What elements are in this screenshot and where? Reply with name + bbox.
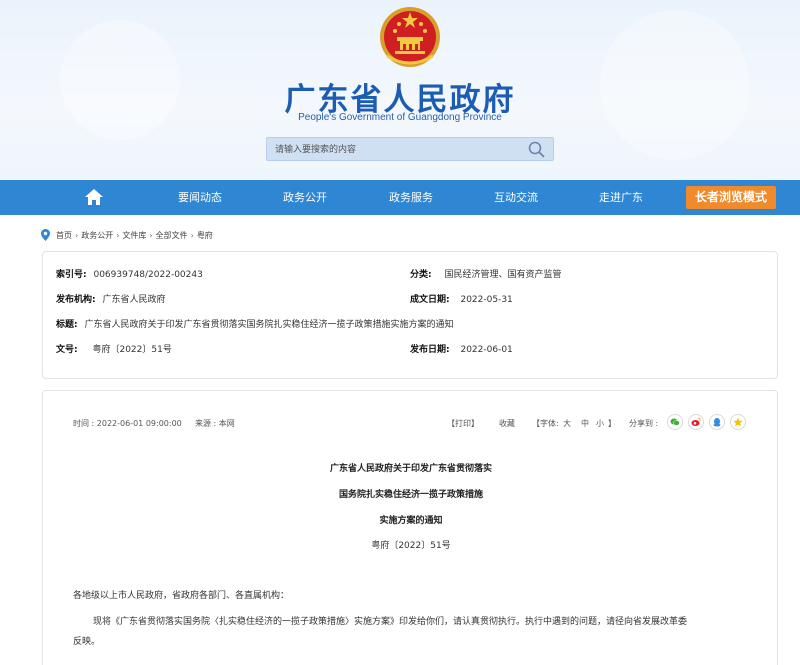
publish-date-value: 2022-06-01 — [460, 345, 513, 355]
breadcrumb: 首页 › 政务公开 › 文件库 › 全部文件 › 粤府 — [41, 228, 213, 242]
print-link[interactable]: 【打印】 — [447, 418, 479, 429]
weibo-icon[interactable] — [688, 414, 704, 430]
category-label: 分类: — [410, 270, 432, 280]
search-box — [266, 137, 554, 161]
font-large-button[interactable]: 大 — [563, 418, 571, 429]
document-number: 粤府〔2022〕51号 — [371, 541, 451, 551]
document-info-panel: 索引号: 006939748/2022-00243 分类: 国民经济管理、国有资… — [42, 251, 778, 379]
publish-date-row: 发布日期: 2022-06-01 — [410, 342, 513, 355]
nav-item-gov-services[interactable]: 政务服务 — [366, 180, 456, 215]
date-made-value: 2022-05-31 — [460, 295, 513, 305]
date-made-label: 成文日期: — [410, 295, 450, 305]
body-paragraph: 现将《广东省贯彻落实国务院〈扎实稳住经济的一揽子政策措施〉实施方案》印发给你们，… — [93, 617, 688, 627]
issuer-label: 发布机构: — [56, 295, 96, 305]
favorite-link[interactable]: 收藏 — [499, 418, 515, 429]
qq-icon[interactable] — [709, 414, 725, 430]
nav-item-news[interactable]: 要闻动态 — [155, 180, 245, 215]
document-title-line-3: 实施方案的通知 — [379, 516, 443, 526]
index-number-row: 索引号: 006939748/2022-00243 — [56, 267, 203, 280]
doc-number-label: 文号: — [56, 345, 78, 355]
site-subtitle: People's Government of Guangdong Provinc… — [298, 112, 502, 123]
breadcrumb-separator: › — [75, 230, 79, 240]
index-number-label: 索引号: — [56, 270, 87, 280]
category-row: 分类: 国民经济管理、国有资产监管 — [410, 267, 562, 280]
breadcrumb-all-files[interactable]: 全部文件 — [156, 230, 188, 241]
share-label: 分享到 : — [629, 419, 659, 428]
breadcrumb-separator: › — [190, 230, 194, 240]
breadcrumb-separator: › — [149, 230, 153, 240]
document-title-line-2: 国务院扎实稳住经济一揽子政策措施 — [338, 490, 483, 500]
article-source: 来源 : 本网 — [195, 419, 235, 428]
doc-title-label: 标题: — [56, 320, 78, 330]
font-size-label: 【字体: — [532, 419, 559, 428]
category-value: 国民经济管理、国有资产监管 — [444, 270, 562, 280]
font-size-close: 】 — [608, 419, 616, 428]
nav-item-interaction[interactable]: 互动交流 — [471, 180, 561, 215]
issuer-row: 发布机构: 广东省人民政府 — [56, 292, 166, 305]
doc-title-value: 广东省人民政府关于印发广东省贯彻落实国务院扎实稳住经济一揽子政策措施实施方案的通… — [84, 320, 454, 330]
breadcrumb-home[interactable]: 首页 — [56, 230, 72, 241]
doc-number-row: 文号: 粤府〔2022〕51号 — [56, 342, 172, 355]
wechat-icon[interactable] — [667, 414, 683, 430]
search-input[interactable] — [275, 141, 515, 158]
issuer-value: 广东省人民政府 — [102, 295, 166, 305]
national-emblem-icon — [380, 7, 440, 67]
date-made-row: 成文日期: 2022-05-31 — [410, 292, 513, 305]
font-small-button[interactable]: 小 — [596, 418, 604, 429]
nav-item-gov-affairs[interactable]: 政务公开 — [260, 180, 350, 215]
publish-date-label: 发布日期: — [410, 345, 450, 355]
breadcrumb-gov-affairs[interactable]: 政务公开 — [81, 230, 113, 241]
elder-mode-button[interactable]: 长者浏览模式 — [686, 186, 776, 209]
salutation: 各地级以上市人民政府，省政府各部门、各直属机构： — [73, 591, 290, 601]
breadcrumb-current[interactable]: 粤府 — [197, 230, 213, 241]
location-pin-icon — [41, 229, 50, 241]
body-paragraph-continuation: 反映。 — [73, 637, 101, 647]
article-time: 时间 : 2022-06-01 09:00:00 — [73, 419, 182, 428]
site-header: 广东省人民政府 People's Government of Guangdong… — [0, 0, 800, 180]
nav-item-about-guangdong[interactable]: 走进广东 — [576, 180, 666, 215]
main-nav: 要闻动态 政务公开 政务服务 互动交流 走进广东 — [0, 180, 800, 215]
search-icon[interactable] — [527, 140, 547, 160]
home-icon[interactable] — [84, 188, 104, 206]
document-title-line-1: 广东省人民政府关于印发广东省贯彻落实 — [329, 464, 492, 474]
doc-number-value: 粤府〔2022〕51号 — [92, 345, 172, 355]
breadcrumb-separator: › — [116, 230, 120, 240]
doc-title-row: 标题: 广东省人民政府关于印发广东省贯彻落实国务院扎实稳住经济一揽子政策措施实施… — [56, 317, 454, 330]
article-panel: 时间 : 2022-06-01 09:00:00 来源 : 本网 【打印】 收藏… — [42, 390, 778, 665]
breadcrumb-file-library[interactable]: 文件库 — [122, 230, 146, 241]
index-number-value: 006939748/2022-00243 — [93, 270, 203, 280]
font-medium-button[interactable]: 中 — [581, 418, 589, 429]
qzone-icon[interactable] — [730, 414, 746, 430]
